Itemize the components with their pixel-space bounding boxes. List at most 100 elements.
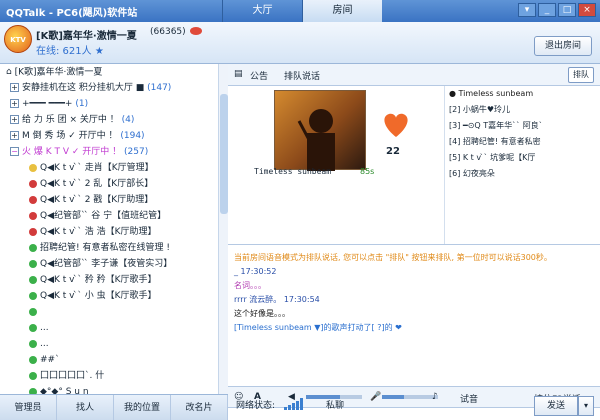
member-row[interactable]: Q◀K t v ̀` 走肖【K厅管理】 — [0, 160, 227, 176]
member-row[interactable]: Q◀K t v ̀` 2 戳【K厅助理】 — [0, 192, 227, 208]
tree-group[interactable]: + 安静挂机在这 积分挂机大厅 ■ (147) — [0, 80, 227, 96]
mic-volume-slider[interactable] — [382, 395, 438, 399]
tab-lobby[interactable]: 大厅 — [222, 0, 302, 22]
collapse-icon[interactable]: − — [10, 147, 19, 156]
chat-message: [Timeless sunbeam ▼]的歌声打动了[ ?]的 ❤ — [234, 323, 402, 332]
tree-group[interactable]: + +━━━ ━━━+ (1) — [0, 96, 227, 112]
tree-group[interactable]: − 火 爆 K T V ✓ 开厅中 ！ (257) — [0, 144, 227, 160]
close-icon[interactable]: × — [578, 3, 596, 17]
admin-button[interactable]: 管理员 — [0, 395, 57, 420]
tree-scrollbar[interactable] — [218, 64, 228, 394]
member-row[interactable]: ##` — [0, 352, 227, 368]
member-row[interactable]: Q◀K t v ̀` 矜 矜【K厅歌手】 — [0, 272, 227, 288]
chat-message: _ 17:30:52 — [234, 267, 277, 276]
network-status-label: 网络状态: — [236, 401, 276, 411]
home-icon: ⌂ — [6, 67, 12, 77]
queue-item[interactable]: ● Timeless sunbeam — [445, 86, 600, 102]
user-icon — [29, 227, 37, 236]
expand-icon[interactable]: + — [10, 83, 19, 92]
minimize-icon[interactable]: _ — [538, 3, 556, 17]
queue-list: ● Timeless sunbeam [2] 小蜗牛♥玲儿 [3] ━⊙Q T嘉年华… — [444, 86, 600, 244]
scroll-thumb[interactable] — [220, 94, 228, 214]
expand-icon[interactable]: + — [10, 131, 19, 140]
chat-notice: 当前房间语音模式为排队说话, 您可以点击 "排队" 按钮来排队, 第一位时可以说… — [234, 253, 552, 262]
member-name: Q◀纪管部` ̀ 谷 宁【值班纪管】 — [40, 211, 167, 221]
chat-message: 名词。。。 — [234, 281, 266, 290]
queue-button[interactable]: 排队 — [568, 67, 594, 83]
notice-button[interactable]: 公告 — [250, 69, 268, 82]
find-people-button[interactable]: 找人 — [57, 395, 114, 420]
send-button[interactable]: 发送 — [534, 396, 578, 416]
queue-item[interactable]: [2] 小蜗牛♥玲儿 — [445, 102, 600, 118]
heart-icon[interactable] — [380, 108, 412, 140]
window-controls: ▾ _ □ × — [518, 3, 596, 17]
tree-group[interactable]: + M 倒 秀 场 ✓ 开厅中 ！ (194) — [0, 128, 227, 144]
tree-group[interactable]: + 给 力 乐 团 × 关厅中 ！ (4) — [0, 112, 227, 128]
user-icon — [29, 339, 37, 348]
room-id: (66365) — [150, 27, 186, 37]
user-icon — [29, 371, 37, 380]
queue-item[interactable]: [6] 幻夜亮朵 — [445, 166, 600, 182]
menu-icon[interactable]: ▾ — [518, 3, 536, 17]
room-name: [K歌]嘉年华·激情一夏 — [36, 31, 137, 42]
mic-panel: 22 Timeless sunbeam 85s — [228, 86, 444, 244]
member-row[interactable]: Q◀纪管部` ̀ 谷 宁【值班纪管】 — [0, 208, 227, 224]
my-position-button[interactable]: 我的位置 — [114, 395, 171, 420]
member-name: Q◀K t v ̀` 小 虫【K厅歌手】 — [40, 291, 157, 301]
member-name: Q◀K t v ̀` 2 乱【K厅部长】 — [40, 179, 154, 189]
member-row[interactable]: ... — [0, 336, 227, 352]
chat-area[interactable]: 当前房间语音模式为排队说话, 您可以点击 "排队" 按钮来排队, 第一位时可以说… — [228, 244, 600, 386]
expand-icon[interactable]: + — [10, 115, 19, 124]
queue-item[interactable]: [3] ━⊙Q T嘉年华`` 阿良` — [445, 118, 600, 134]
member-row[interactable]: ... — [0, 320, 227, 336]
member-name: Q◀纪管部` ̀ 李子谦【夜管实习】 — [40, 259, 173, 269]
member-name: ##` — [40, 355, 60, 365]
member-name: Q◀K t v ̀` 走肖【K厅管理】 — [40, 163, 154, 173]
sound-effect-icon[interactable]: ♪ — [432, 392, 438, 402]
app-title: QQTalk - PC6(飓风)软件站 — [6, 8, 138, 19]
member-row[interactable] — [0, 304, 227, 320]
user-icon — [29, 195, 37, 204]
queue-speak-label[interactable]: 排队说话 — [284, 69, 320, 82]
member-tree: ⌂ [K歌]嘉年华·激情一夏 + 安静挂机在这 积分挂机大厅 ■ (147) + +… — [0, 64, 228, 394]
exit-room-button[interactable]: 退出房间 — [534, 36, 592, 56]
member-name: ... — [40, 323, 49, 333]
member-row[interactable]: Q◀K t v ̀` 小 虫【K厅歌手】 — [0, 288, 227, 304]
eye-icon[interactable] — [190, 27, 202, 35]
member-name: Q◀K t v ̀` 2 戳【K厅助理】 — [40, 195, 154, 205]
send-options-icon[interactable]: ▾ — [578, 396, 594, 416]
tab-room[interactable]: 房间 — [302, 0, 382, 22]
member-name: 招聘纪管! 有意者私密在线管理 ! — [40, 243, 170, 253]
queue-item[interactable]: [4] 招聘纪管! 有意者私密 — [445, 134, 600, 150]
user-icon — [29, 163, 37, 172]
tree-root[interactable]: ⌂ [K歌]嘉年华·激情一夏 — [0, 64, 227, 80]
singer-silhouette-icon — [297, 109, 335, 171]
member-row[interactable]: 招聘纪管! 有意者私密在线管理 ! — [0, 240, 227, 256]
mic-timer: 85s — [360, 167, 375, 176]
maximize-icon[interactable]: □ — [558, 3, 576, 17]
room-header: KTV [K歌]嘉年华·激情一夏 (66365) 在线: 621人 ★ 退出房间 — [0, 22, 600, 64]
expand-icon[interactable]: + — [10, 99, 19, 108]
singer-photo[interactable] — [274, 90, 366, 171]
member-row[interactable]: ◆°◆° S u n — [0, 384, 227, 394]
rename-card-button[interactable]: 改名片 — [171, 395, 228, 420]
user-icon — [29, 211, 37, 220]
member-row[interactable]: Q◀纪管部` ̀ 李子谦【夜管实习】 — [0, 256, 227, 272]
member-row[interactable]: Q◀K t v ̀` 2 乱【K厅部长】 — [0, 176, 227, 192]
heart-count: 22 — [386, 146, 400, 157]
member-row[interactable]: 囗囗囗囗囗`. 什 — [0, 368, 227, 384]
member-name: 囗囗囗囗囗`. 什 — [40, 371, 105, 381]
member-row[interactable]: Q◀K t v ̀` 浩 浩【K厅助理】 — [0, 224, 227, 240]
right-panel: ▤ 公告 排队说话 排队 22 Timeless sunbeam 85s ● T… — [228, 64, 600, 420]
listen-test-button[interactable]: 试音 — [460, 392, 478, 405]
microphone-icon[interactable]: 🎤 — [370, 392, 381, 402]
user-icon — [29, 291, 37, 300]
user-icon — [29, 307, 37, 316]
user-icon — [29, 179, 37, 188]
queue-item[interactable]: [5] K t v ̀` 坑爹呢【K厅 — [445, 150, 600, 166]
main-tabs: 大厅 房间 — [222, 0, 382, 22]
member-name: Q◀K t v ̀` 矜 矜【K厅歌手】 — [40, 275, 157, 285]
user-icon — [29, 355, 37, 364]
notice-icon[interactable]: ▤ — [234, 69, 243, 79]
private-chat-button[interactable]: 私聊 — [326, 398, 344, 411]
